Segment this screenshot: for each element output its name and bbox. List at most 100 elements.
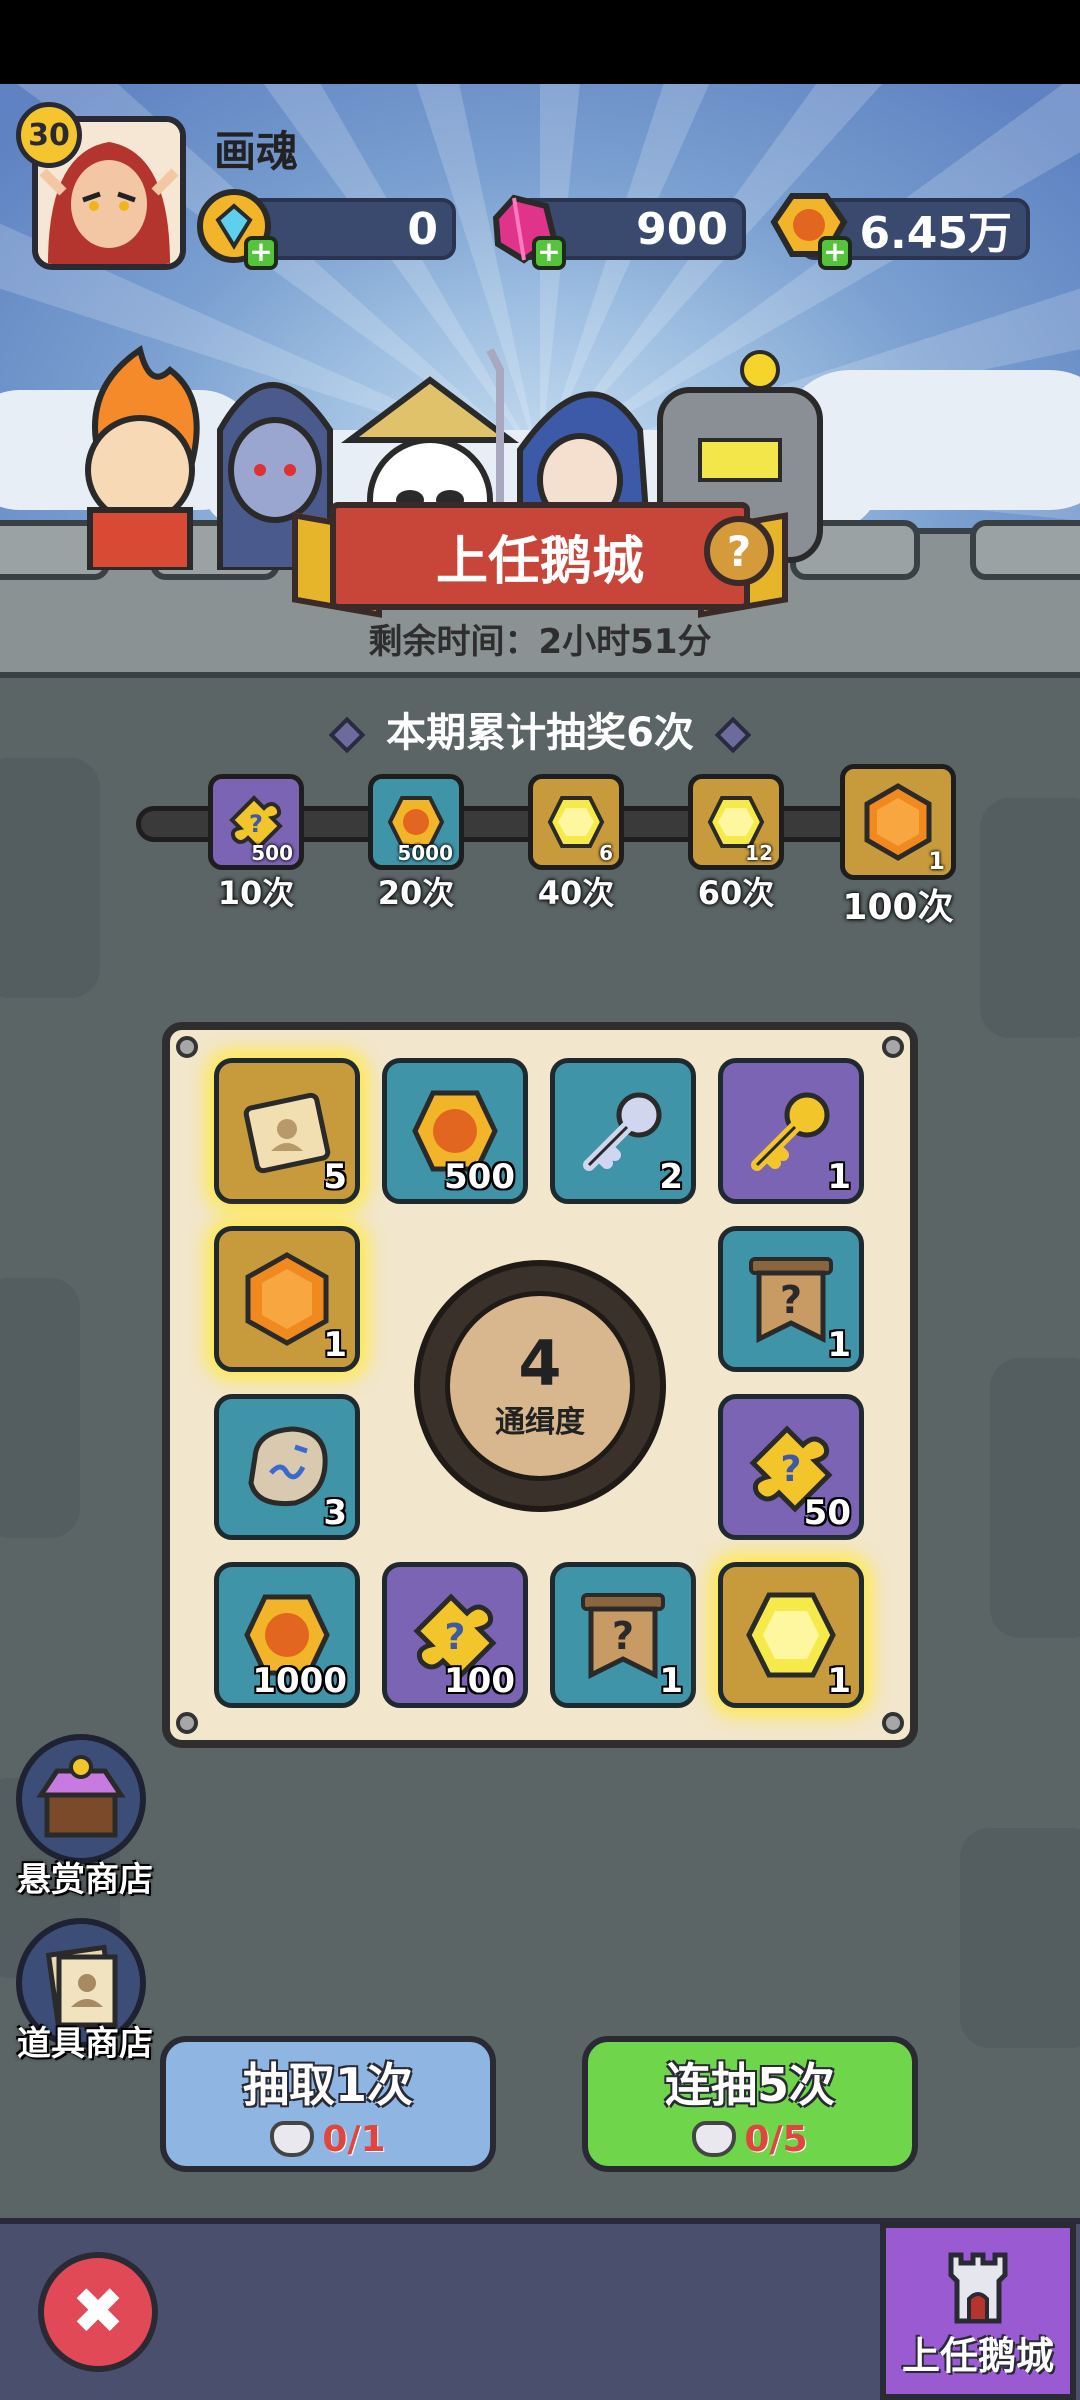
board-pin (882, 1712, 904, 1734)
board-cell[interactable]: 1 (718, 1562, 864, 1708)
cell-quantity: 1 (827, 1325, 851, 1365)
item-shop-label: 道具商店 (17, 2024, 153, 2064)
cell-quantity: 50 (803, 1493, 851, 1533)
board-pin (176, 1712, 198, 1734)
milestone-reward[interactable]: 12 (688, 774, 784, 870)
resource-value: 900 (636, 203, 728, 255)
orange-gem-icon (245, 1252, 329, 1346)
milestone-amount: 12 (745, 841, 773, 865)
pink-crystal-icon[interactable]: + (484, 188, 566, 270)
cell-quantity: 3 (323, 1493, 347, 1533)
board-cell[interactable]: 500 (382, 1058, 528, 1204)
cell-quantity: 100 (444, 1661, 515, 1701)
gold-key-icon (751, 1092, 830, 1171)
svg-text:?: ? (612, 1614, 634, 1658)
yellow-gem-icon (547, 796, 605, 848)
cell-quantity: 1000 (252, 1661, 347, 1701)
cell-quantity: 1 (659, 1661, 683, 1701)
event-title: 上任鹅城 (435, 531, 644, 592)
board-pin (176, 1036, 198, 1058)
diamond-icon (328, 716, 366, 754)
draw-five-button[interactable]: 连抽5次 0/5 (582, 2036, 918, 2172)
board-cell[interactable]: 1 (214, 1226, 360, 1372)
board-cell[interactable]: 3 (214, 1394, 360, 1540)
close-button[interactable]: ✖ (38, 2252, 158, 2372)
mystery-banner-icon: ? (581, 1593, 665, 1680)
rune-stone-icon (248, 1426, 328, 1507)
draw-count-text: 本期累计抽奖6次 (386, 710, 694, 756)
tab-goose-city[interactable]: 上任鹅城 (880, 2222, 1076, 2400)
milestone-reward[interactable]: 5000 (368, 774, 464, 870)
board-cell[interactable]: 1000 (214, 1562, 360, 1708)
draw-five-label: 连抽5次 (664, 2057, 835, 2112)
milestone-reward[interactable]: 6 (528, 774, 624, 870)
help-icon: ? (726, 526, 752, 576)
draw-once-cost: 0/1 (270, 2118, 386, 2160)
resource-value: 6.45万 (859, 208, 1012, 259)
milestone-reward[interactable]: ? 500 (208, 774, 304, 870)
cell-quantity: 1 (827, 1157, 851, 1197)
help-button[interactable]: ? (704, 516, 774, 586)
milestone-label: 60次 (697, 874, 775, 912)
milestone-amount: 1 (928, 847, 945, 875)
board-cell[interactable]: 5 (214, 1058, 360, 1204)
gold-coin-icon[interactable]: + (770, 188, 852, 270)
draw-count-title: 本期累计抽奖6次 (0, 700, 1080, 758)
svg-text:?: ? (781, 1449, 802, 1490)
wanted-level-dial: 4 通缉度 (414, 1260, 666, 1512)
cell-quantity: 500 (444, 1157, 515, 1197)
mystery-banner-icon: ? (749, 1257, 833, 1344)
fire-hero (85, 345, 200, 570)
cell-quantity: 5 (323, 1157, 347, 1197)
board-cell[interactable]: ? 1 (550, 1562, 696, 1708)
yellow-gem-icon (746, 1592, 836, 1678)
remaining-time: 剩余时间：2小时51分 (368, 622, 712, 662)
board-cell[interactable]: 2 (550, 1058, 696, 1204)
level-badge: 30 (16, 102, 82, 168)
add-crystals-button[interactable]: + (532, 236, 566, 270)
silver-key-icon (583, 1092, 662, 1171)
event-title-banner: 上任鹅城 (330, 502, 750, 610)
player-name: 画魂 (214, 127, 299, 176)
diamond-icon (714, 716, 752, 754)
silver-ingot-icon (270, 2121, 315, 2157)
castle-tower-icon (948, 2252, 1008, 2324)
board-cell[interactable]: ? 100 (382, 1562, 528, 1708)
milestone-amount: 500 (251, 841, 293, 865)
close-icon: ✖ (71, 2275, 125, 2349)
milestone-amount: 6 (599, 841, 613, 865)
draw-five-cost: 0/5 (692, 2118, 808, 2160)
milestone-label: 40次 (537, 874, 615, 912)
wanted-level-label: 通缉度 (495, 1405, 585, 1440)
orange-gem-icon (864, 783, 932, 861)
draw-once-cost-value: 0/1 (322, 2118, 386, 2160)
board-cell[interactable]: ? 50 (718, 1394, 864, 1540)
draw-five-cost-value: 0/5 (744, 2118, 808, 2160)
add-gems-button[interactable]: + (244, 236, 278, 270)
draw-once-button[interactable]: 抽取1次 0/1 (160, 2036, 496, 2172)
board-pin (882, 1036, 904, 1058)
cell-quantity: 1 (323, 1325, 347, 1365)
milestone-amount: 5000 (397, 841, 453, 865)
dial-face: 4 通缉度 (445, 1291, 635, 1481)
bounty-shop-icon (36, 1755, 126, 1838)
svg-text:?: ? (249, 810, 263, 838)
cell-quantity: 1 (827, 1661, 851, 1701)
silver-ingot-icon (692, 2121, 737, 2157)
wanted-level-value: 4 (518, 1327, 562, 1400)
status-bar (0, 0, 1080, 84)
svg-text:?: ? (445, 1617, 466, 1658)
cell-quantity: 2 (659, 1157, 683, 1197)
svg-text:?: ? (780, 1278, 802, 1322)
resource-value: 0 (407, 203, 438, 255)
scroll-icon (243, 1092, 331, 1174)
draw-once-label: 抽取1次 (242, 2057, 413, 2112)
blue-gem-icon[interactable]: + (196, 188, 278, 270)
board-cell[interactable]: 1 (718, 1058, 864, 1204)
add-coins-button[interactable]: + (818, 236, 852, 270)
board-cell[interactable]: ? 1 (718, 1226, 864, 1372)
tab-label: 上任鹅城 (901, 2334, 1054, 2378)
bounty-shop-button[interactable] (16, 1734, 146, 1864)
milestone-reward[interactable]: 1 (840, 764, 956, 880)
bounty-shop-label: 悬赏商店 (17, 1860, 153, 1900)
